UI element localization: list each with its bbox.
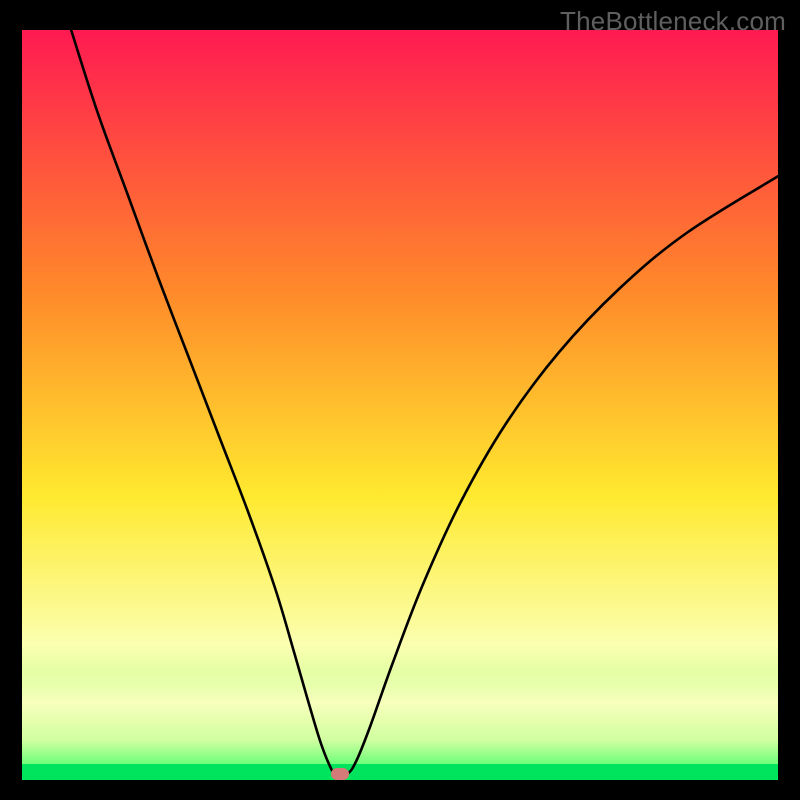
bottleneck-curve-path — [71, 30, 778, 775]
watermark-text: TheBottleneck.com — [560, 6, 786, 37]
chart-stage: TheBottleneck.com — [0, 0, 800, 800]
optimum-marker — [331, 768, 349, 780]
curve-layer — [22, 30, 778, 780]
plot-frame — [22, 30, 778, 780]
